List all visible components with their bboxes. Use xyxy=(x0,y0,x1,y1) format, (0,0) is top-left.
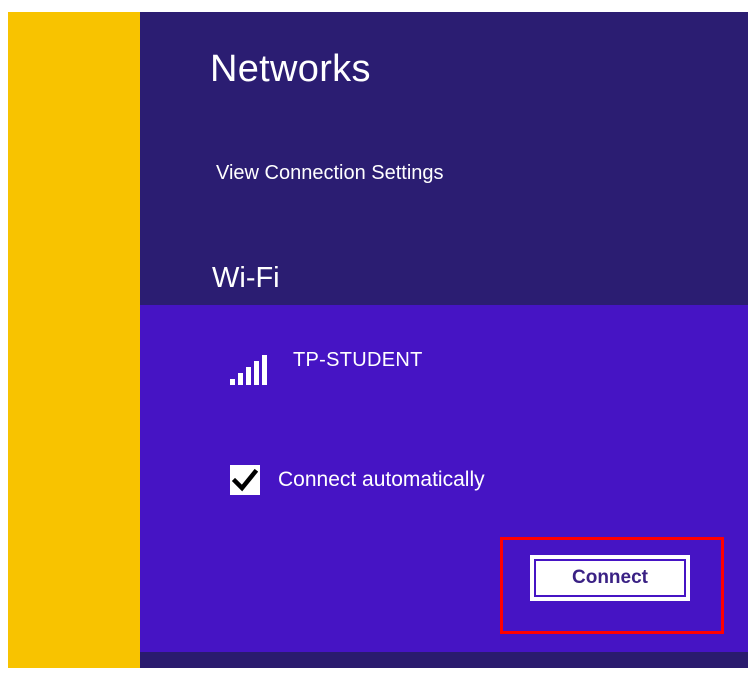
panel-footer xyxy=(140,652,748,668)
page-title: Networks xyxy=(210,48,371,90)
view-connection-settings-link[interactable]: View Connection Settings xyxy=(216,162,444,185)
wifi-section-label: Wi-Fi xyxy=(212,262,280,294)
wifi-network-item[interactable]: TP-STUDENT Connect automatically Connect xyxy=(140,305,748,652)
connect-automatically-label: Connect automatically xyxy=(278,468,485,491)
connect-button[interactable]: Connect xyxy=(530,555,690,601)
networks-charm-panel: Networks View Connection Settings Wi-Fi … xyxy=(140,12,748,668)
connect-automatically-checkbox[interactable] xyxy=(230,465,260,495)
start-screen-accent-strip xyxy=(8,12,140,668)
wifi-signal-bars-icon xyxy=(230,355,267,385)
connect-automatically-option[interactable]: Connect automatically xyxy=(230,463,485,497)
checkmark-icon xyxy=(232,468,258,492)
network-ssid: TP-STUDENT xyxy=(293,349,423,371)
screenshot-frame: Networks View Connection Settings Wi-Fi … xyxy=(0,0,755,680)
